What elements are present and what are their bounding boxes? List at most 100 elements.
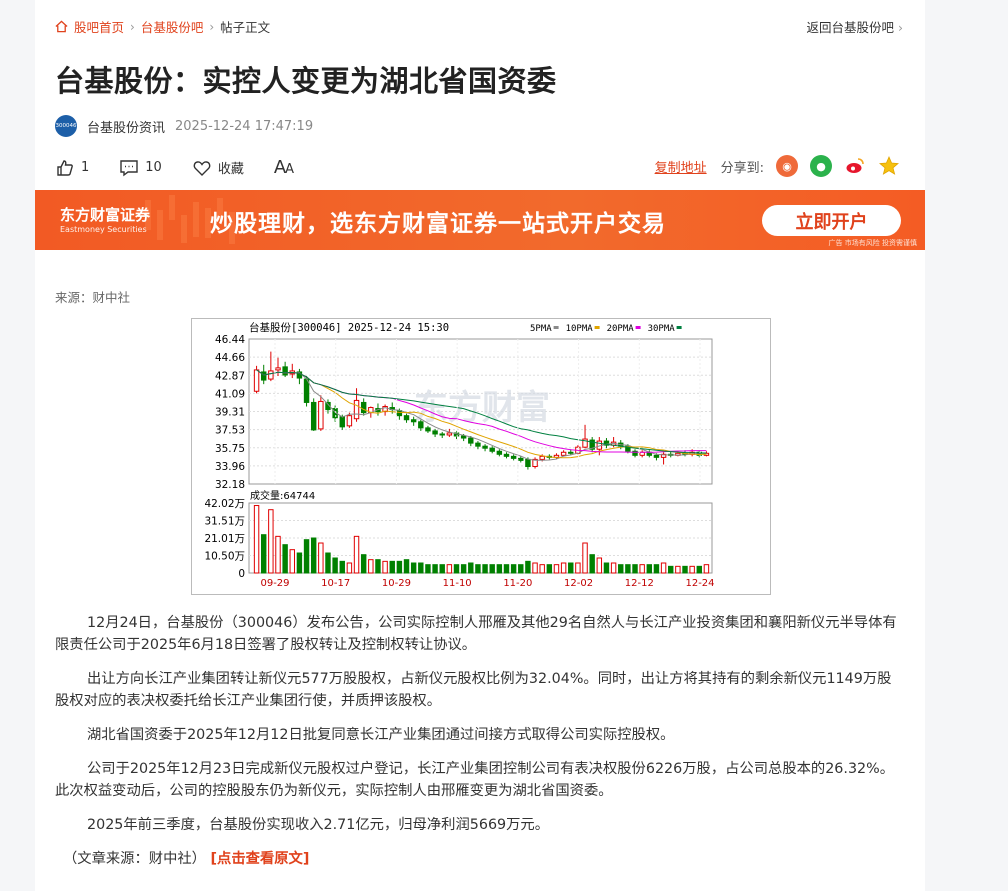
volume-tick-label: 10.50万: [204, 551, 245, 563]
volume-bar: [325, 552, 331, 574]
view-original-link[interactable]: [点击查看原文]: [211, 851, 310, 867]
volume-bar: [303, 539, 310, 574]
share-label: 分享到:: [720, 160, 764, 176]
candle-body: [510, 455, 517, 459]
breadcrumb: 股吧首页 › 台基股份吧 › 帖子正文: [55, 17, 270, 36]
volume-bar: [689, 565, 695, 574]
home-icon: [55, 20, 68, 33]
favorite-button[interactable]: 收藏: [192, 158, 244, 178]
chart-title: 台基股份[300046] 2025-12-24 15:30: [249, 321, 449, 334]
ad-banner[interactable]: 东方财富证券 Eastmoney Securities 炒股理财，选东方财富证券…: [35, 190, 925, 250]
volume-bar: [375, 559, 381, 574]
volume-bar: [446, 564, 453, 574]
volume-bar: [668, 565, 674, 574]
price-tick-label: 42.87: [215, 370, 245, 382]
legend-label: 10PMA: [566, 324, 594, 334]
banner-slogan: 炒股理财，选东方财富证券一站式开户交易: [210, 211, 666, 237]
candle-body: [339, 416, 345, 428]
volume-bar: [546, 564, 553, 574]
price-tick-label: 46.44: [215, 334, 245, 346]
volume-bar: [703, 564, 710, 574]
volume-bar: [646, 564, 653, 574]
x-tick-label: 12-12: [625, 578, 654, 589]
x-tick-label: 10-17: [321, 578, 350, 589]
x-tick-label: 12-24: [685, 578, 714, 589]
volume-bar: [332, 557, 338, 574]
article-footer: （文章来源：财中社） [点击查看原文]: [55, 848, 905, 870]
candle-body: [403, 415, 410, 421]
candle-body: [518, 457, 524, 461]
candle-body: [439, 433, 445, 436]
candle-body: [360, 401, 367, 414]
volume-bar: [425, 564, 431, 574]
action-bar: 1 10 收藏 AA: [55, 157, 323, 178]
volume-bar: [682, 565, 688, 574]
volume-tick-label: 31.51万: [204, 516, 245, 528]
volume-bar: [353, 535, 360, 574]
candle-body: [525, 458, 531, 468]
author-name[interactable]: 台基股份资讯: [87, 117, 165, 136]
share-eastmoney-icon[interactable]: ◉: [776, 155, 798, 177]
volume-bar: [589, 554, 595, 574]
price-tick-label: 33.96: [215, 461, 245, 473]
candle-body: [432, 430, 438, 435]
candle-body: [489, 447, 495, 452]
like-button[interactable]: 1: [55, 158, 89, 178]
breadcrumb-bar-link[interactable]: 台基股份吧: [141, 17, 204, 36]
x-tick-label: 10-29: [382, 578, 411, 589]
article-paragraph: 出让方向长江产业集团转让新仪元577万股股权，占新仪元股权比例为32.04%。同…: [55, 671, 892, 709]
volume-bar: [468, 562, 474, 574]
legend-swatch: [635, 326, 641, 329]
candle-body: [560, 451, 567, 456]
share-wechat-icon[interactable]: ●: [810, 155, 832, 177]
eastmoney-logo: 东方财富证券 Eastmoney Securities: [60, 204, 150, 234]
share-qzone-icon[interactable]: [878, 155, 900, 177]
comment-button[interactable]: 10: [119, 158, 162, 178]
volume-bar: [253, 505, 260, 574]
volume-bar: [268, 509, 274, 574]
chevron-right-icon: ›: [898, 20, 903, 35]
candle-body: [310, 401, 317, 431]
volume-bar: [560, 562, 567, 574]
volume-bar: [453, 564, 460, 574]
x-tick-label: 09-29: [260, 578, 289, 589]
ad-disclaimer: 广告 市场有风险 投资需谨慎: [828, 239, 917, 247]
volume-bar: [275, 535, 281, 574]
share-weibo-icon[interactable]: [844, 155, 866, 177]
volume-bar: [653, 564, 660, 574]
back-to-bar-link[interactable]: 返回台基股份吧 ›: [807, 17, 904, 36]
volume-bar: [475, 564, 481, 574]
article-paragraph: 12月24日，台基股份（300046）发布公告，公司实际控制人邢雁及其他29名自…: [55, 615, 897, 653]
volume-bar: [318, 542, 324, 574]
candle-body: [568, 451, 574, 454]
volume-bar: [660, 562, 667, 574]
price-tick-label: 39.31: [215, 407, 245, 419]
candle-body: [460, 435, 467, 439]
font-size-button[interactable]: AA: [274, 157, 294, 178]
legend-label: 5PMA: [530, 324, 552, 334]
volume-bar: [596, 557, 603, 574]
thumbs-up-icon: [57, 159, 73, 176]
volume-bar: [282, 544, 288, 574]
comment-icon: [120, 159, 138, 176]
copy-link-button[interactable]: 复制地址: [655, 157, 707, 176]
volume-bar: [439, 564, 445, 574]
page-title: 台基股份：实控人变更为湖北省国资委: [55, 64, 557, 98]
volume-bar: [289, 549, 295, 574]
volume-bar: [575, 562, 581, 574]
volume-bar: [260, 534, 267, 574]
legend-swatch: [553, 326, 559, 329]
volume-bar: [539, 564, 545, 574]
logo-en: Eastmoney Securities: [60, 225, 147, 234]
avatar[interactable]: 300046: [55, 115, 77, 137]
price-tick-label: 32.18: [215, 479, 245, 491]
volume-bar: [610, 562, 617, 574]
back-link-label: 返回台基股份吧: [806, 20, 895, 35]
volume-bar: [618, 564, 624, 574]
breadcrumb-home-link[interactable]: 股吧首页: [74, 17, 124, 36]
volume-bar: [296, 552, 303, 574]
share-bar: 复制地址 分享到: ◉ ●: [655, 155, 900, 177]
open-account-button[interactable]: 立即开户: [762, 205, 901, 236]
price-tick-label: 44.66: [215, 352, 245, 364]
author-info: 300046 台基股份资讯 2025-12-24 17:47:19: [55, 115, 313, 137]
